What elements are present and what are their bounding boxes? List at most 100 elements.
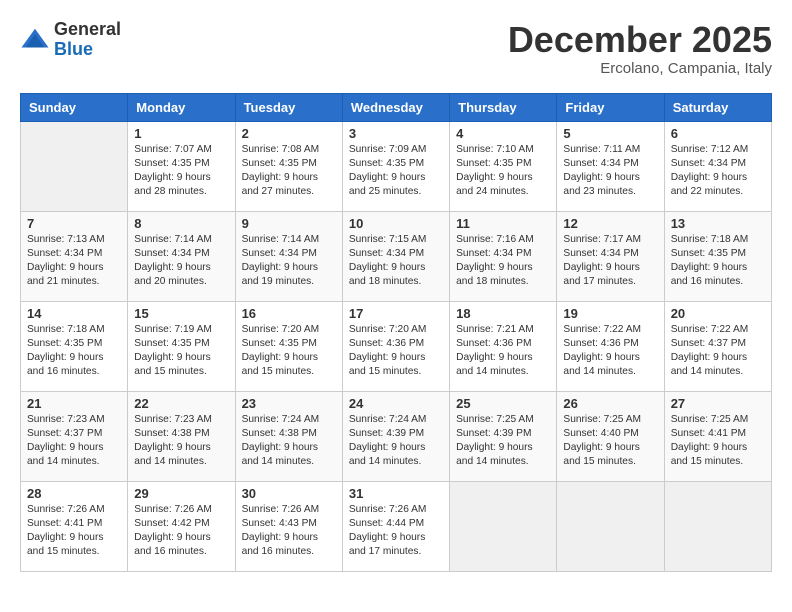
day-number: 13 <box>671 216 765 231</box>
day-info: Sunrise: 7:19 AMSunset: 4:35 PMDaylight:… <box>134 323 228 380</box>
calendar-cell: 17 Sunrise: 7:20 AMSunset: 4:36 PMDayligh… <box>342 301 449 391</box>
day-number: 7 <box>27 216 121 231</box>
day-number: 25 <box>456 396 550 411</box>
day-number: 12 <box>563 216 657 231</box>
day-info: Sunrise: 7:26 AMSunset: 4:42 PMDaylight:… <box>134 503 228 560</box>
day-number: 15 <box>134 306 228 321</box>
day-number: 18 <box>456 306 550 321</box>
calendar-cell: 1 Sunrise: 7:07 AMSunset: 4:35 PMDaylight… <box>128 121 235 211</box>
calendar-cell: 5Sunrise: 7:11 AMSunset: 4:34 PMDaylight… <box>557 121 664 211</box>
calendar-cell <box>557 481 664 571</box>
calendar-cell <box>21 121 128 211</box>
day-info: Sunrise: 7:18 AMSunset: 4:35 PMDaylight:… <box>671 233 765 290</box>
page-header: General Blue December 2025 Ercolano, Cam… <box>20 20 772 77</box>
calendar-cell: 8 Sunrise: 7:14 AMSunset: 4:34 PMDaylight… <box>128 211 235 301</box>
day-info: Sunrise: 7:25 AMSunset: 4:41 PMDaylight:… <box>671 413 765 470</box>
calendar-cell: 25 Sunrise: 7:25 AMSunset: 4:39 PMDayligh… <box>450 391 557 481</box>
calendar-cell: 30 Sunrise: 7:26 AMSunset: 4:43 PMDayligh… <box>235 481 342 571</box>
logo-icon <box>20 25 50 55</box>
day-number: 24 <box>349 396 443 411</box>
logo-general-text: General <box>54 20 121 40</box>
month-title: December 2025 <box>508 20 772 60</box>
calendar-cell <box>450 481 557 571</box>
day-number: 21 <box>27 396 121 411</box>
week-row-2: 7 Sunrise: 7:13 AMSunset: 4:34 PMDaylight… <box>21 211 772 301</box>
calendar-cell: 14 Sunrise: 7:18 AMSunset: 4:35 PMDayligh… <box>21 301 128 391</box>
day-number: 27 <box>671 396 765 411</box>
day-number: 22 <box>134 396 228 411</box>
calendar-cell: 6Sunrise: 7:12 AMSunset: 4:34 PMDaylight… <box>664 121 771 211</box>
weekday-header-friday: Friday <box>557 93 664 121</box>
calendar-cell: 10 Sunrise: 7:15 AMSunset: 4:34 PMDayligh… <box>342 211 449 301</box>
weekday-header-saturday: Saturday <box>664 93 771 121</box>
day-info: Sunrise: 7:21 AMSunset: 4:36 PMDaylight:… <box>456 323 550 380</box>
day-number: 30 <box>242 486 336 501</box>
calendar-cell: 23Sunrise: 7:24 AMSunset: 4:38 PMDayligh… <box>235 391 342 481</box>
calendar-cell: 27 Sunrise: 7:25 AMSunset: 4:41 PMDayligh… <box>664 391 771 481</box>
day-info: Sunrise: 7:22 AMSunset: 4:36 PMDaylight:… <box>563 323 657 380</box>
day-info: Sunrise: 7:23 AMSunset: 4:38 PMDaylight:… <box>134 413 228 470</box>
calendar-cell: 28Sunrise: 7:26 AMSunset: 4:41 PMDayligh… <box>21 481 128 571</box>
logo-blue-text: Blue <box>54 40 121 60</box>
day-info: Sunrise: 7:25 AMSunset: 4:39 PMDaylight:… <box>456 413 550 470</box>
day-number: 19 <box>563 306 657 321</box>
day-info: Sunrise: 7:20 AMSunset: 4:36 PMDaylight:… <box>349 323 443 380</box>
calendar-cell: 29 Sunrise: 7:26 AMSunset: 4:42 PMDayligh… <box>128 481 235 571</box>
calendar-cell: 4 Sunrise: 7:10 AMSunset: 4:35 PMDaylight… <box>450 121 557 211</box>
day-number: 1 <box>134 126 228 141</box>
calendar-cell: 21 Sunrise: 7:23 AMSunset: 4:37 PMDayligh… <box>21 391 128 481</box>
calendar-cell: 2Sunrise: 7:08 AMSunset: 4:35 PMDaylight… <box>235 121 342 211</box>
day-info: Sunrise: 7:10 AMSunset: 4:35 PMDaylight:… <box>456 143 550 200</box>
day-number: 17 <box>349 306 443 321</box>
day-info: Sunrise: 7:26 AMSunset: 4:43 PMDaylight:… <box>242 503 336 560</box>
day-number: 14 <box>27 306 121 321</box>
calendar-cell: 3Sunrise: 7:09 AMSunset: 4:35 PMDaylight… <box>342 121 449 211</box>
day-info: Sunrise: 7:07 AMSunset: 4:35 PMDaylight:… <box>134 143 228 200</box>
day-info: Sunrise: 7:13 AMSunset: 4:34 PMDaylight:… <box>27 233 121 290</box>
week-row-1: 1 Sunrise: 7:07 AMSunset: 4:35 PMDaylight… <box>21 121 772 211</box>
calendar-cell: 24 Sunrise: 7:24 AMSunset: 4:39 PMDayligh… <box>342 391 449 481</box>
calendar-cell: 26Sunrise: 7:25 AMSunset: 4:40 PMDayligh… <box>557 391 664 481</box>
day-number: 26 <box>563 396 657 411</box>
day-info: Sunrise: 7:15 AMSunset: 4:34 PMDaylight:… <box>349 233 443 290</box>
day-number: 11 <box>456 216 550 231</box>
weekday-header-wednesday: Wednesday <box>342 93 449 121</box>
calendar-cell: 9Sunrise: 7:14 AMSunset: 4:34 PMDaylight… <box>235 211 342 301</box>
title-block: December 2025 Ercolano, Campania, Italy <box>508 20 772 77</box>
day-info: Sunrise: 7:24 AMSunset: 4:38 PMDaylight:… <box>242 413 336 470</box>
calendar-cell <box>664 481 771 571</box>
day-info: Sunrise: 7:20 AMSunset: 4:35 PMDaylight:… <box>242 323 336 380</box>
weekday-header-tuesday: Tuesday <box>235 93 342 121</box>
day-info: Sunrise: 7:24 AMSunset: 4:39 PMDaylight:… <box>349 413 443 470</box>
calendar-cell: 15 Sunrise: 7:19 AMSunset: 4:35 PMDayligh… <box>128 301 235 391</box>
calendar-cell: 12Sunrise: 7:17 AMSunset: 4:34 PMDayligh… <box>557 211 664 301</box>
day-number: 6 <box>671 126 765 141</box>
day-info: Sunrise: 7:16 AMSunset: 4:34 PMDaylight:… <box>456 233 550 290</box>
calendar-cell: 22 Sunrise: 7:23 AMSunset: 4:38 PMDayligh… <box>128 391 235 481</box>
weekday-header-row: SundayMondayTuesdayWednesdayThursdayFrid… <box>21 93 772 121</box>
day-info: Sunrise: 7:23 AMSunset: 4:37 PMDaylight:… <box>27 413 121 470</box>
day-number: 8 <box>134 216 228 231</box>
week-row-5: 28Sunrise: 7:26 AMSunset: 4:41 PMDayligh… <box>21 481 772 571</box>
calendar-cell: 11 Sunrise: 7:16 AMSunset: 4:34 PMDayligh… <box>450 211 557 301</box>
day-info: Sunrise: 7:18 AMSunset: 4:35 PMDaylight:… <box>27 323 121 380</box>
calendar-cell: 16 Sunrise: 7:20 AMSunset: 4:35 PMDayligh… <box>235 301 342 391</box>
calendar-cell: 7 Sunrise: 7:13 AMSunset: 4:34 PMDaylight… <box>21 211 128 301</box>
day-number: 10 <box>349 216 443 231</box>
day-number: 4 <box>456 126 550 141</box>
week-row-3: 14 Sunrise: 7:18 AMSunset: 4:35 PMDayligh… <box>21 301 772 391</box>
weekday-header-thursday: Thursday <box>450 93 557 121</box>
logo: General Blue <box>20 20 121 60</box>
day-info: Sunrise: 7:26 AMSunset: 4:41 PMDaylight:… <box>27 503 121 560</box>
calendar-cell: 31Sunrise: 7:26 AMSunset: 4:44 PMDayligh… <box>342 481 449 571</box>
week-row-4: 21 Sunrise: 7:23 AMSunset: 4:37 PMDayligh… <box>21 391 772 481</box>
day-number: 16 <box>242 306 336 321</box>
day-number: 29 <box>134 486 228 501</box>
calendar-cell: 13 Sunrise: 7:18 AMSunset: 4:35 PMDayligh… <box>664 211 771 301</box>
day-info: Sunrise: 7:14 AMSunset: 4:34 PMDaylight:… <box>134 233 228 290</box>
day-number: 5 <box>563 126 657 141</box>
calendar-cell: 19 Sunrise: 7:22 AMSunset: 4:36 PMDayligh… <box>557 301 664 391</box>
day-info: Sunrise: 7:14 AMSunset: 4:34 PMDaylight:… <box>242 233 336 290</box>
weekday-header-monday: Monday <box>128 93 235 121</box>
day-info: Sunrise: 7:08 AMSunset: 4:35 PMDaylight:… <box>242 143 336 200</box>
